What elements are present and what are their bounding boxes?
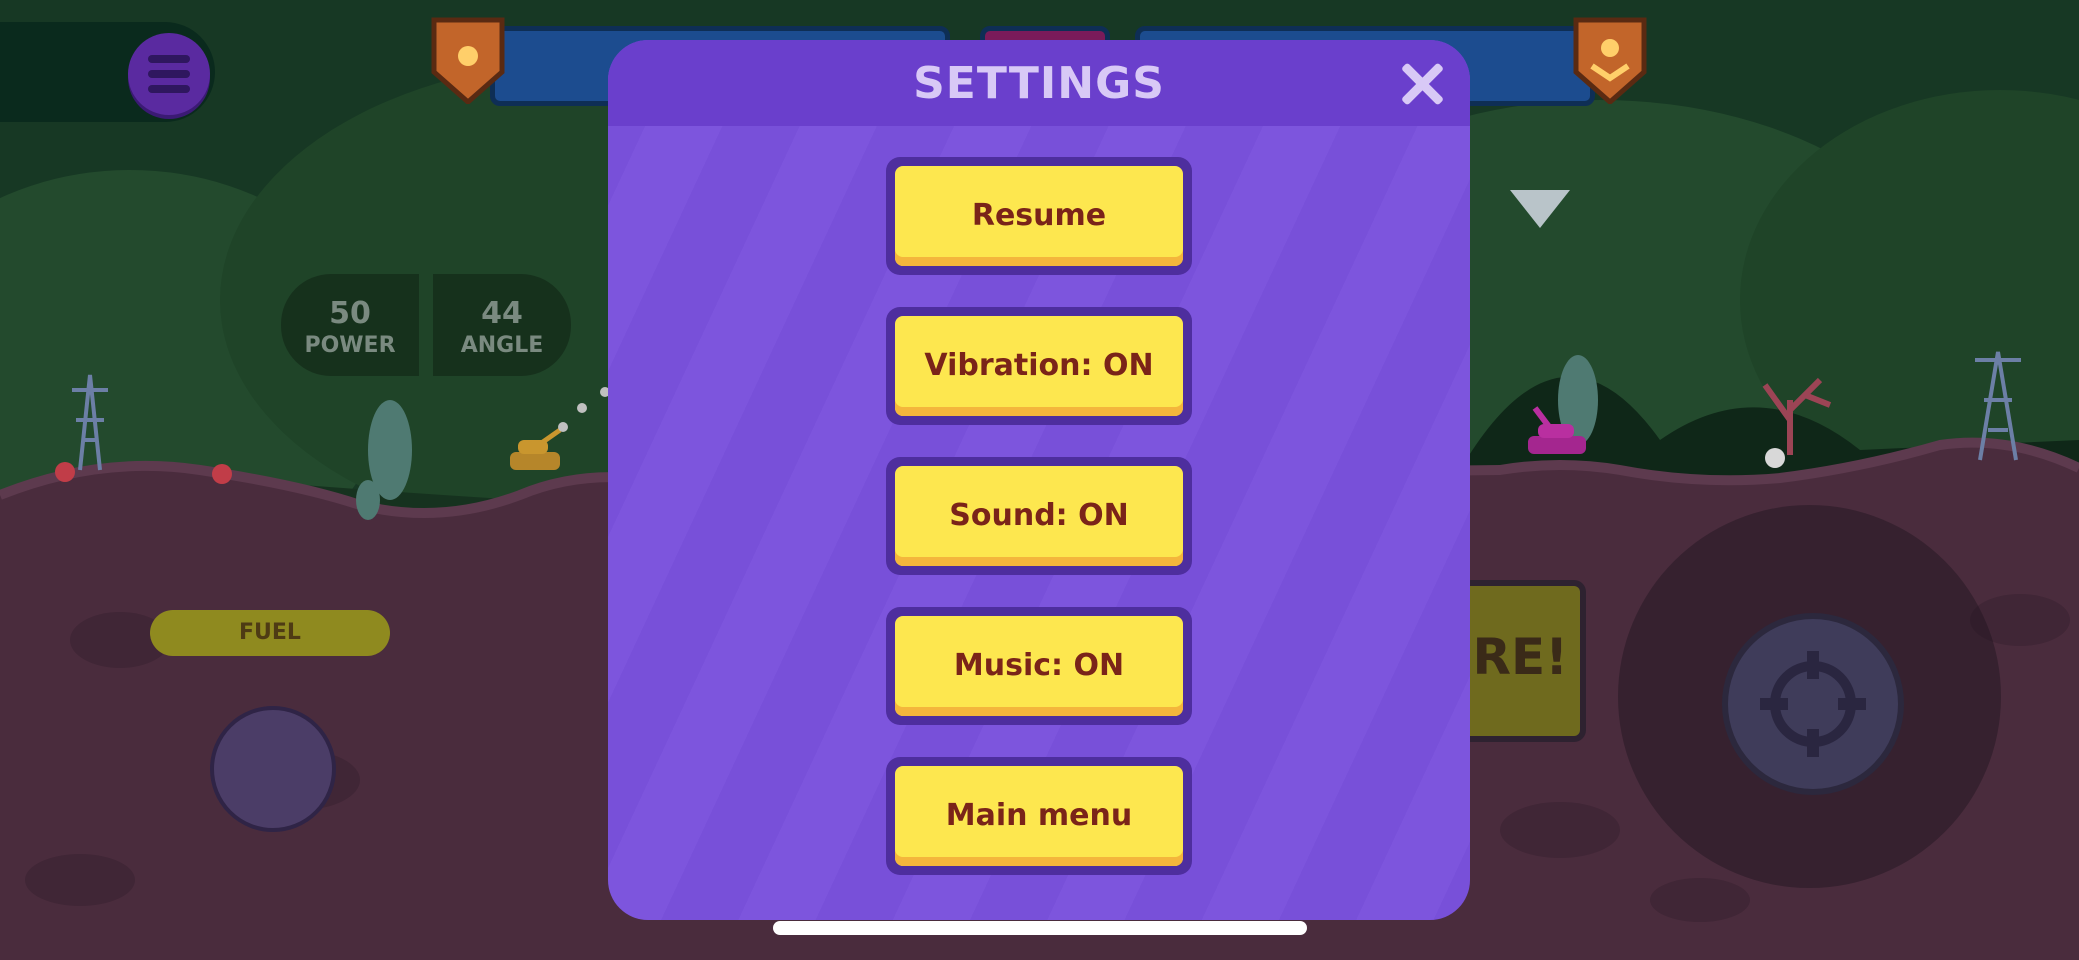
resume-button[interactable]: Resume [895, 166, 1183, 266]
power-label: POWER [304, 333, 396, 358]
move-joystick[interactable] [210, 706, 336, 832]
vibration-toggle-button[interactable]: Vibration: ON [895, 316, 1183, 416]
main-menu-button[interactable]: Main menu [895, 766, 1183, 866]
angle-display: 44 ANGLE [433, 274, 571, 376]
angle-value: 44 [481, 296, 523, 331]
angle-label: ANGLE [460, 333, 544, 358]
rank-badge-icon [431, 17, 505, 104]
sound-button-frame: Sound: ON [886, 457, 1192, 575]
settings-dialog: SETTINGS Resume Vibration: ON Sound: ON … [608, 40, 1470, 920]
music-button-frame: Music: ON [886, 607, 1192, 725]
settings-title: SETTINGS [913, 58, 1165, 109]
power-value: 50 [329, 296, 371, 331]
music-toggle-button[interactable]: Music: ON [895, 616, 1183, 716]
fire-button[interactable]: RE! [1470, 580, 1586, 742]
fire-label: RE! [1472, 628, 1568, 686]
home-indicator[interactable] [773, 921, 1307, 935]
close-icon[interactable] [1400, 62, 1444, 106]
fuel-gauge: FUEL [150, 610, 390, 656]
main-menu-button-frame: Main menu [886, 757, 1192, 875]
sound-toggle-button[interactable]: Sound: ON [895, 466, 1183, 566]
rank-badge-icon [1573, 17, 1647, 104]
crosshair-icon [1760, 651, 1866, 757]
aim-button[interactable] [1722, 613, 1904, 795]
enemy-marker-icon [1510, 190, 1570, 228]
resume-button-frame: Resume [886, 157, 1192, 275]
vibration-button-frame: Vibration: ON [886, 307, 1192, 425]
menu-button[interactable] [128, 33, 210, 115]
power-display: 50 POWER [281, 274, 419, 376]
menu-icon [148, 55, 190, 63]
